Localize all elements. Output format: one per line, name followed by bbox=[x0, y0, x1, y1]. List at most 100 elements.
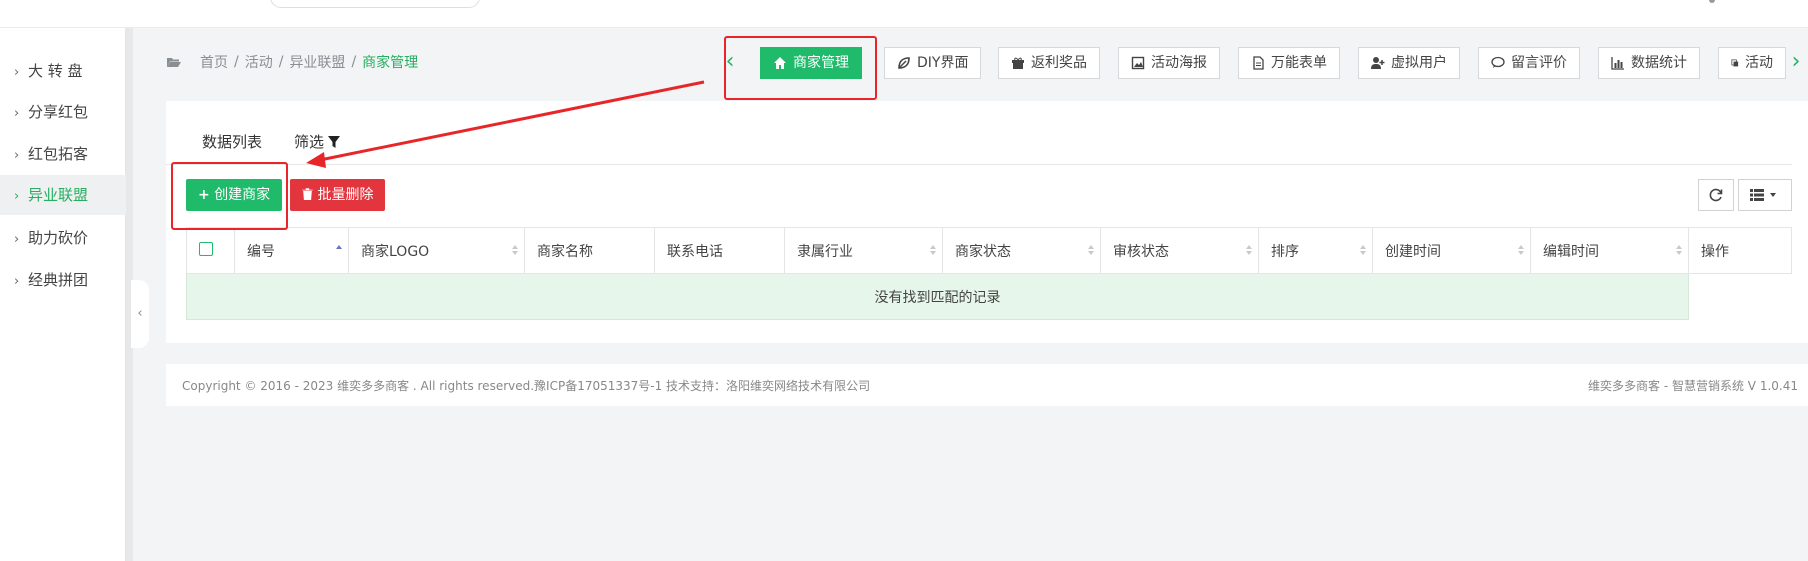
sidebar-item-redpack-acquire[interactable]: › 红包拓客 bbox=[0, 134, 126, 174]
tab-label: 万能表单 bbox=[1271, 55, 1327, 71]
tab-virtual-users[interactable]: 虚拟用户 bbox=[1358, 47, 1460, 79]
breadcrumb-alliance[interactable]: 异业联盟 bbox=[289, 52, 345, 72]
sort-icon bbox=[930, 245, 936, 255]
tab-activity[interactable]: 活动 bbox=[1718, 47, 1786, 79]
create-merchant-button[interactable]: + 创建商家 bbox=[186, 179, 283, 211]
select-all-checkbox[interactable] bbox=[199, 241, 213, 256]
column-header[interactable]: 商家LOGO bbox=[348, 227, 525, 274]
tab-universal-form[interactable]: 万能表单 bbox=[1238, 47, 1340, 79]
sort-icon bbox=[1518, 245, 1524, 255]
select-all-cell bbox=[186, 227, 235, 274]
chevron-right-icon: › bbox=[14, 189, 20, 204]
column-header[interactable]: 编号 bbox=[234, 227, 349, 274]
column-header[interactable]: 创建时间 bbox=[1372, 227, 1531, 274]
sidebar-collapse-button[interactable]: ‹ bbox=[131, 280, 149, 348]
sidebar-item-bargain[interactable]: › 助力砍价 bbox=[0, 218, 126, 258]
empty-state-message: 没有找到匹配的记录 bbox=[186, 273, 1689, 320]
top-search-input[interactable] bbox=[270, 0, 480, 8]
image-icon bbox=[1131, 56, 1145, 70]
tab-label: 商家管理 bbox=[793, 55, 849, 71]
folder-open-icon bbox=[167, 58, 181, 67]
sidebar-item-alliance[interactable]: › 异业联盟 bbox=[0, 175, 126, 215]
batch-delete-button[interactable]: 批量删除 bbox=[290, 179, 386, 211]
version-text: 维奕多多商客 - 智慧营销系统 V 1.0.41 bbox=[1588, 379, 1798, 393]
sidebar-item-label: 经典拼团 bbox=[28, 271, 89, 289]
bar-chart-icon bbox=[1611, 57, 1624, 70]
breadcrumb-separator: / bbox=[278, 54, 284, 70]
filter-icon bbox=[328, 135, 341, 148]
tab-comments[interactable]: 留言评价 bbox=[1478, 47, 1580, 79]
file-icon bbox=[1253, 56, 1264, 70]
tabs-scroll-left-button[interactable]: ‹ bbox=[722, 44, 738, 80]
tab-label: 活动海报 bbox=[1151, 55, 1207, 71]
tab-label: 虚拟用户 bbox=[1391, 55, 1447, 71]
refresh-icon bbox=[1709, 188, 1723, 202]
sort-icon bbox=[512, 245, 518, 255]
sidebar-item-label: 大 转 盘 bbox=[28, 62, 83, 80]
columns-toggle-button[interactable] bbox=[1738, 179, 1792, 211]
copyright-text: Copyright © 2016 - 2023 维奕多多商客 . All rig… bbox=[182, 379, 871, 393]
column-header: 操作 bbox=[1688, 227, 1792, 274]
chevron-right-icon: › bbox=[14, 274, 20, 289]
batch-delete-label: 批量删除 bbox=[317, 187, 374, 203]
tab-statistics[interactable]: 数据统计 bbox=[1598, 47, 1700, 79]
tab-data-list[interactable]: 数据列表 bbox=[202, 131, 262, 152]
home-icon bbox=[774, 57, 786, 69]
column-header: 商家名称 bbox=[524, 227, 655, 274]
sort-icon bbox=[1088, 245, 1094, 255]
table-header-row: 编号 商家LOGO 商家名称 联系电话 隶属行业 商家状态 审核状态 排序 创建… bbox=[186, 227, 1792, 274]
tab-label: 留言评价 bbox=[1511, 55, 1567, 71]
sub-tabs: 数据列表 筛选 bbox=[166, 115, 1792, 165]
content-panel: 数据列表 筛选 + 创建商家 批量删除 编号 商家LOGO 商家名称 联系电话 … bbox=[166, 101, 1808, 343]
module-tabs: ‹ 商家管理 DIY界面 返利奖品 活动海报 万能表单 虚拟用户 留言评价 数据… bbox=[722, 44, 1808, 80]
trash-icon bbox=[302, 188, 313, 201]
top-bar bbox=[0, 0, 1808, 28]
breadcrumb: 首页 / 活动 / 异业联盟 / 商家管理 bbox=[166, 52, 418, 72]
sidebar-item-label: 红包拓客 bbox=[28, 145, 89, 163]
tabs-scroll-right-button[interactable]: › bbox=[1788, 44, 1804, 80]
tab-filter[interactable]: 筛选 bbox=[294, 131, 341, 152]
tab-activity-poster[interactable]: 活动海报 bbox=[1118, 47, 1220, 79]
sidebar-item-label: 助力砍价 bbox=[28, 229, 89, 247]
comment-icon bbox=[1491, 56, 1505, 68]
refresh-button[interactable] bbox=[1698, 179, 1734, 211]
tab-diy-interface[interactable]: DIY界面 bbox=[884, 47, 982, 79]
chevron-right-icon: › bbox=[14, 65, 20, 80]
chevron-left-icon: ‹ bbox=[137, 306, 143, 321]
tab-label: 数据统计 bbox=[1631, 55, 1687, 71]
tab-label: 返利奖品 bbox=[1031, 55, 1087, 71]
chevron-right-icon: › bbox=[14, 106, 20, 121]
user-menu-icon[interactable] bbox=[1706, 0, 1718, 6]
gift-icon bbox=[1012, 57, 1024, 69]
column-header[interactable]: 商家状态 bbox=[942, 227, 1101, 274]
tab-merchant-management[interactable]: 商家管理 bbox=[760, 47, 862, 79]
column-header[interactable]: 隶属行业 bbox=[784, 227, 943, 274]
copy-icon bbox=[1731, 59, 1739, 67]
column-header[interactable]: 审核状态 bbox=[1100, 227, 1259, 274]
user-plus-icon bbox=[1371, 57, 1385, 69]
chevron-right-icon: › bbox=[14, 148, 20, 163]
column-header[interactable]: 编辑时间 bbox=[1530, 227, 1689, 274]
breadcrumb-home[interactable]: 首页 bbox=[200, 52, 228, 72]
sidebar-item-lucky-wheel[interactable]: › 大 转 盘 bbox=[0, 51, 126, 91]
filter-label: 筛选 bbox=[294, 133, 325, 151]
sidebar-item-share-redpack[interactable]: › 分享红包 bbox=[0, 92, 126, 132]
tab-rebate-prizes[interactable]: 返利奖品 bbox=[998, 47, 1100, 79]
sidebar: › 大 转 盘 › 分享红包 › 红包拓客 › 异业联盟 › 助力砍价 › 经典拼团 bbox=[0, 28, 126, 561]
leaf-icon bbox=[898, 57, 910, 69]
sort-icon bbox=[1360, 245, 1366, 255]
sort-icon bbox=[1676, 245, 1682, 255]
merchant-table: 编号 商家LOGO 商家名称 联系电话 隶属行业 商家状态 审核状态 排序 创建… bbox=[186, 227, 1792, 320]
sort-asc-icon bbox=[336, 245, 342, 249]
sidebar-item-group-buy[interactable]: › 经典拼团 bbox=[0, 260, 126, 300]
list-columns-icon bbox=[1750, 189, 1776, 201]
sort-icon bbox=[1246, 245, 1252, 255]
column-header[interactable]: 排序 bbox=[1258, 227, 1373, 274]
breadcrumb-separator: / bbox=[351, 54, 357, 70]
chevron-right-icon: › bbox=[14, 232, 20, 247]
breadcrumb-separator: / bbox=[234, 54, 239, 70]
footer: Copyright © 2016 - 2023 维奕多多商客 . All rig… bbox=[166, 364, 1808, 406]
column-header: 联系电话 bbox=[654, 227, 785, 274]
breadcrumb-activity[interactable]: 活动 bbox=[245, 52, 273, 72]
sidebar-item-label: 异业联盟 bbox=[28, 186, 89, 204]
